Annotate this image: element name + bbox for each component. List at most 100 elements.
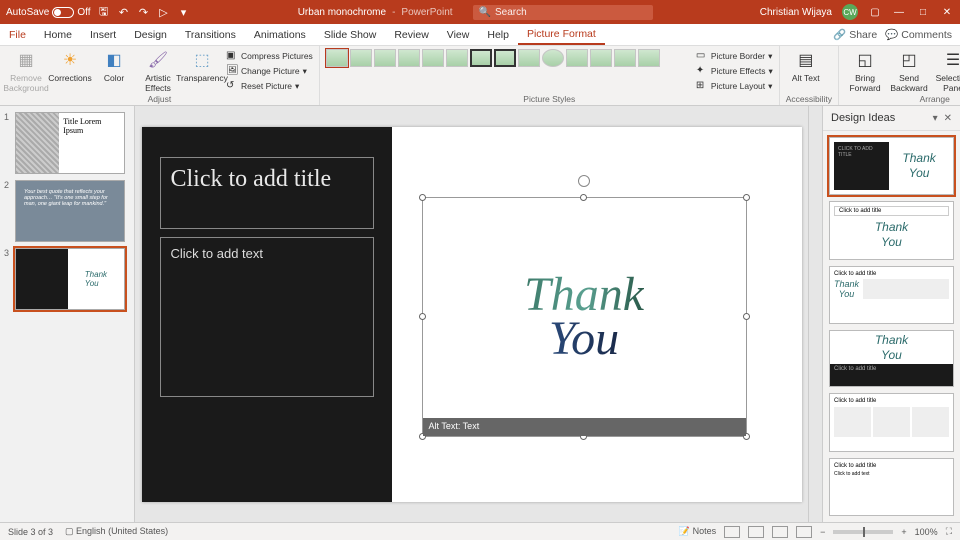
comments-button[interactable]: 💬 Comments [885,28,952,41]
search-box[interactable]: 🔍 [473,5,653,20]
resize-handle[interactable] [743,194,750,201]
compress-pictures-button[interactable]: ▣Compress Pictures [226,49,313,63]
ribbon-tabs: File Home Insert Design Transitions Anim… [0,24,960,46]
zoom-level[interactable]: 100% [915,527,938,537]
chevron-down-icon[interactable]: ▾ [933,113,938,124]
tab-file[interactable]: File [0,24,35,45]
picture-layout-button[interactable]: ⊞Picture Layout ▾ [696,79,773,93]
tab-view[interactable]: View [438,24,479,45]
change-picture-button[interactable]: 🖼Change Picture ▾ [226,64,313,78]
thumbnail-slide-2[interactable]: Your best quote that reflects your appro… [15,180,125,242]
sorter-view-icon[interactable] [748,526,764,538]
group-accessibility: ▤Alt Text Accessibility [780,46,839,105]
tab-help[interactable]: Help [478,24,518,45]
style-thumb[interactable] [350,49,372,67]
zoom-slider[interactable] [833,530,893,534]
document-title: Urban monochrome - PowerPoint [298,7,453,18]
tab-picture-format[interactable]: Picture Format [518,24,605,45]
tab-transitions[interactable]: Transitions [176,24,245,45]
rotate-handle-icon[interactable] [578,175,590,187]
send-backward-icon: ◰ [898,49,920,71]
tab-review[interactable]: Review [385,24,437,45]
close-pane-icon[interactable]: ✕ [944,113,952,124]
style-thumb[interactable] [398,49,420,67]
normal-view-icon[interactable] [724,526,740,538]
start-slideshow-icon[interactable]: ▷ [157,5,171,19]
alt-text-button[interactable]: ▤Alt Text [786,49,826,83]
style-thumb[interactable] [374,49,396,67]
style-thumb[interactable] [614,49,636,67]
style-thumb[interactable] [638,49,660,67]
selected-image[interactable]: Thank You Alt Text: Text [422,197,747,437]
zoom-in-icon[interactable]: + [901,527,906,537]
remove-bg-icon: ▦ [15,49,37,71]
resize-handle[interactable] [419,194,426,201]
close-icon[interactable]: ✕ [940,7,954,18]
tab-slideshow[interactable]: Slide Show [315,24,386,45]
slide-counter[interactable]: Slide 3 of 3 [8,527,53,537]
style-thumb[interactable] [518,49,540,67]
maximize-icon[interactable]: □ [916,7,930,18]
picture-border-button[interactable]: ▭Picture Border ▾ [696,49,773,63]
vertical-scrollbar[interactable] [808,106,822,522]
reset-picture-button[interactable]: ↺Reset Picture ▾ [226,79,313,93]
transparency-icon: ⬚ [191,49,213,71]
style-thumb[interactable] [422,49,444,67]
style-thumb[interactable] [542,49,564,67]
tab-home[interactable]: Home [35,24,81,45]
style-thumb[interactable] [470,49,492,67]
color-button[interactable]: ◧Color [94,49,134,83]
redo-icon[interactable]: ↷ [137,5,151,19]
design-idea-4[interactable]: ThankYouClick to add title [829,330,954,387]
tab-design[interactable]: Design [125,24,176,45]
selection-pane-button[interactable]: ☰Selection Pane [933,49,960,93]
remove-background-button: ▦Remove Background [6,49,46,93]
tab-insert[interactable]: Insert [81,24,125,45]
autosave-toggle[interactable]: AutoSave Off [6,7,91,18]
style-thumb[interactable] [566,49,588,67]
user-avatar[interactable]: CW [842,4,858,20]
style-thumb[interactable] [326,49,348,67]
design-idea-1[interactable]: CLICK TO ADD TITLEThankYou [829,137,954,195]
artistic-effects-button[interactable]: 🖌Artistic Effects [138,49,178,93]
corrections-button[interactable]: ☀Corrections [50,49,90,83]
reset-icon: ↺ [226,80,238,92]
status-bar: Slide 3 of 3 ▢ English (United States) 📝… [0,522,960,540]
ribbon-mode-icon[interactable]: ▢ [868,7,882,18]
undo-icon[interactable]: ↶ [117,5,131,19]
transparency-button[interactable]: ⬚Transparency [182,49,222,83]
bring-forward-button[interactable]: ◱Bring Forward [845,49,885,93]
title-placeholder[interactable]: Click to add title [160,157,374,229]
user-name[interactable]: Christian Wijaya [760,7,832,18]
thumbnail-slide-3[interactable]: ThankYou [15,248,125,310]
style-thumb[interactable] [590,49,612,67]
design-idea-3[interactable]: Click to add titleThankYou [829,266,954,324]
qat-dropdown-icon[interactable]: ▾ [177,5,191,19]
style-thumb[interactable] [494,49,516,67]
share-button[interactable]: 🔗 Share [833,28,877,41]
picture-effects-button[interactable]: ✦Picture Effects ▾ [696,64,773,78]
search-input[interactable] [495,7,647,18]
style-thumb[interactable] [446,49,468,67]
tab-animations[interactable]: Animations [245,24,315,45]
zoom-out-icon[interactable]: − [820,527,825,537]
resize-handle[interactable] [580,194,587,201]
resize-handle[interactable] [419,313,426,320]
resize-handle[interactable] [743,313,750,320]
slide-canvas[interactable]: Click to add title Click to add text [135,106,808,522]
design-idea-5[interactable]: Click to add title [829,393,954,451]
design-idea-2[interactable]: Click to add titleThankYou [829,201,954,259]
group-adjust: ▦Remove Background ☀Corrections ◧Color 🖌… [0,46,320,105]
fit-window-icon[interactable]: ⛶ [946,526,952,537]
save-icon[interactable]: 🖫 [97,5,111,19]
minimize-icon[interactable]: — [892,7,906,18]
picture-styles-gallery[interactable] [326,49,686,67]
notes-button[interactable]: 📝 Notes [679,526,716,537]
body-placeholder[interactable]: Click to add text [160,237,374,397]
language-indicator[interactable]: ▢ English (United States) [65,526,168,537]
send-backward-button[interactable]: ◰Send Backward [889,49,929,93]
thumbnail-slide-1[interactable]: Title Lorem Ipsum [15,112,125,174]
reading-view-icon[interactable] [772,526,788,538]
design-idea-6[interactable]: Click to add titleClick to add text [829,458,954,516]
slideshow-view-icon[interactable] [796,526,812,538]
